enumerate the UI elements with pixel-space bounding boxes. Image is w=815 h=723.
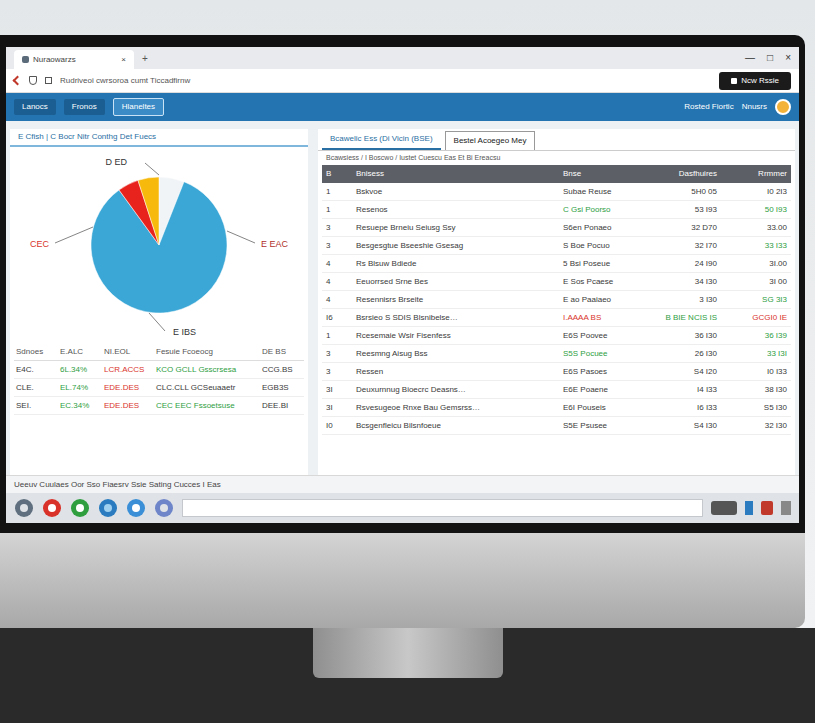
table-row[interactable]: 1BskvoeSubae Reuse5H0 05I0 2I3 <box>322 183 791 201</box>
taskbar <box>6 493 799 523</box>
table-row[interactable]: 3Reesmng Aisug BssS5S Pocuee26 I3033 I3I <box>322 345 791 363</box>
app-header: Lanocs Fronos Hlaneltes Rosted Fiortic Nnusr… <box>6 93 799 121</box>
header-button[interactable]: Lanocs <box>14 99 56 115</box>
table-row[interactable]: E4C.6L.34%LCR.ACCSKCO GCLL GsscrsesaCCG.… <box>14 361 304 379</box>
settings-icon[interactable] <box>126 498 146 518</box>
monitor-bezel: Nuraowarzs×+ — □ × Rudriveoi cwrsoroa cumt T… <box>0 35 805 533</box>
table-row[interactable]: 1Rcesemaie Wsir FisenfessE6S Poovee36 I3… <box>322 327 791 345</box>
table-row[interactable]: 3IDeuxurnnug Bioecrc Deasns…E6E PoaeneI4… <box>322 381 791 399</box>
table-row[interactable]: 3IRsvesugeoe Rnxe Bau Gemsrss…E6I Pousei… <box>322 399 791 417</box>
panel-tab[interactable]: Bcawelic Ess (Di Vicin (BSE) <box>322 130 441 150</box>
breadcrumb: Bcawsiess / I Boscwo / Iustet Cuescu Eas… <box>318 151 795 165</box>
table-row[interactable]: 3RessenE6S PasoesS4 I20I0 I33 <box>322 363 791 381</box>
sheet-icon[interactable] <box>70 498 90 518</box>
notification-icon[interactable] <box>781 501 791 515</box>
browser-tab[interactable]: Nuraowarzs× <box>14 50 134 69</box>
header-link[interactable]: Rosted Fiortic <box>684 101 733 113</box>
new-tab-button[interactable]: + <box>134 51 156 69</box>
table-row[interactable]: 4Eeuorrsed Srne BesE Sos Pcaese34 I303I … <box>322 273 791 291</box>
summary-table: SdnoesE.ALCNI.EOLFesuie FcoeocgDE BSE4C.… <box>10 343 308 415</box>
panel-tab[interactable]: Bestel Acoegeo Mey <box>445 131 536 150</box>
monitor: Nuraowarzs×+ — □ × Rudriveoi cwrsoroa cumt T… <box>0 35 805 628</box>
globe-icon[interactable] <box>154 498 174 518</box>
site-icon <box>22 56 29 63</box>
header-button[interactable]: Fronos <box>64 99 105 115</box>
shield-icon[interactable] <box>761 501 773 515</box>
table-row[interactable]: CLE.EL.74%EDE.DESCLC.CLL GCSeuaaetrEGB3S <box>14 379 304 397</box>
desk <box>0 628 815 723</box>
window-control[interactable]: × <box>785 50 791 65</box>
table-row[interactable]: 4Resennisrs BrseiteE ao Paaiaeo3 I30SG 3… <box>322 291 791 309</box>
svg-text:D ED: D ED <box>105 157 127 167</box>
address-field[interactable]: Rudriveoi cwrsoroa cumt Ticcadfirnw <box>60 75 711 87</box>
table-row[interactable]: 3Resuepe Brneiu Seiusg SsyS6en Ponaeo32 … <box>322 219 791 237</box>
pie-label: CEC <box>30 227 93 249</box>
browser-tab-bar: Nuraowarzs×+ — □ × <box>6 47 799 69</box>
monitor-chin <box>0 533 805 628</box>
lock-icon <box>45 77 52 84</box>
app-icon[interactable] <box>98 498 118 518</box>
pie-slice[interactable] <box>138 177 159 245</box>
shield-icon[interactable] <box>29 76 37 85</box>
tab-close-button[interactable]: × <box>121 54 126 66</box>
svg-text:E EAC: E EAC <box>261 239 289 249</box>
action-button[interactable]: Ncw Rssie <box>719 72 791 90</box>
address-bar-row: Rudriveoi cwrsoroa cumt Ticcadfirnw Ncw R… <box>6 69 799 93</box>
svg-text:E IBS: E IBS <box>173 327 196 337</box>
table-row[interactable]: 1ResenosC Gsi Poorso53 I9350 I93 <box>322 201 791 219</box>
table-header: SdnoesE.ALCNI.EOLFesuie FcoeocgDE BS <box>14 343 304 361</box>
battery-icon[interactable] <box>745 501 753 515</box>
avatar-icon[interactable] <box>775 99 791 115</box>
button-icon <box>731 78 737 84</box>
media-icon[interactable] <box>42 498 62 518</box>
data-table: BBnisessBnseDasfhuiresRrmmer1BskvoeSubae… <box>318 165 795 435</box>
pie-label: E EAC <box>227 231 289 249</box>
status-bar: Ueeuv Cuulaes Oor Sso Fiaesrv Ssie Satin… <box>6 475 799 493</box>
svg-text:CEC: CEC <box>30 239 50 249</box>
screen: Nuraowarzs×+ — □ × Rudriveoi cwrsoroa cumt T… <box>6 47 799 523</box>
monitor-stand <box>313 628 503 678</box>
window-control[interactable]: — <box>745 50 755 65</box>
back-icon[interactable] <box>13 76 23 86</box>
table-row[interactable]: SEI.EC.34%EDE.DESCEC EEC FssoetsuseDEE.B… <box>14 397 304 415</box>
table-row[interactable]: I6Bsrsieo S SDIS Blsnibelse…I.AAAA BSB B… <box>322 309 791 327</box>
left-panel: E Cfish | C Bocr Nitr Conthg Det FuecsD … <box>10 129 308 475</box>
pie-label: D ED <box>105 157 159 175</box>
header-button[interactable]: Hlaneltes <box>113 98 164 116</box>
pie-chart: D ED CEC E EAC E IBS <box>19 147 299 343</box>
table-row[interactable]: 3Besgesgtue Bseeshie GsesagS Boe Pocuo32… <box>322 237 791 255</box>
table-header: BBnisessBnseDasfhuiresRrmmer <box>322 165 791 183</box>
browser-icon[interactable] <box>14 498 34 518</box>
table-row[interactable]: I0Bcsgenfleicu BilsnfoeueS5E PsuseeS4 I3… <box>322 417 791 435</box>
table-row[interactable]: 4Rs Blsuw Bdiede5 Bsi Poseue24 I903I.00 <box>322 255 791 273</box>
scene: Nuraowarzs×+ — □ × Rudriveoi cwrsoroa cumt T… <box>0 0 815 723</box>
header-link[interactable]: Nnusrs <box>742 101 767 113</box>
window-control[interactable]: □ <box>767 50 773 65</box>
network-icon[interactable] <box>711 501 737 515</box>
right-panel: Bcawelic Ess (Di Vicin (BSE)Bestel Acoeg… <box>318 129 795 475</box>
pie-label: E IBS <box>149 313 196 337</box>
search-field[interactable] <box>182 499 703 517</box>
panel-title: E Cfish | C Bocr Nitr Conthg Det Fuecs <box>10 129 308 147</box>
panel-tabs: Bcawelic Ess (Di Vicin (BSE)Bestel Acoeg… <box>318 129 795 151</box>
main-area: E Cfish | C Bocr Nitr Conthg Det FuecsD … <box>6 121 799 475</box>
